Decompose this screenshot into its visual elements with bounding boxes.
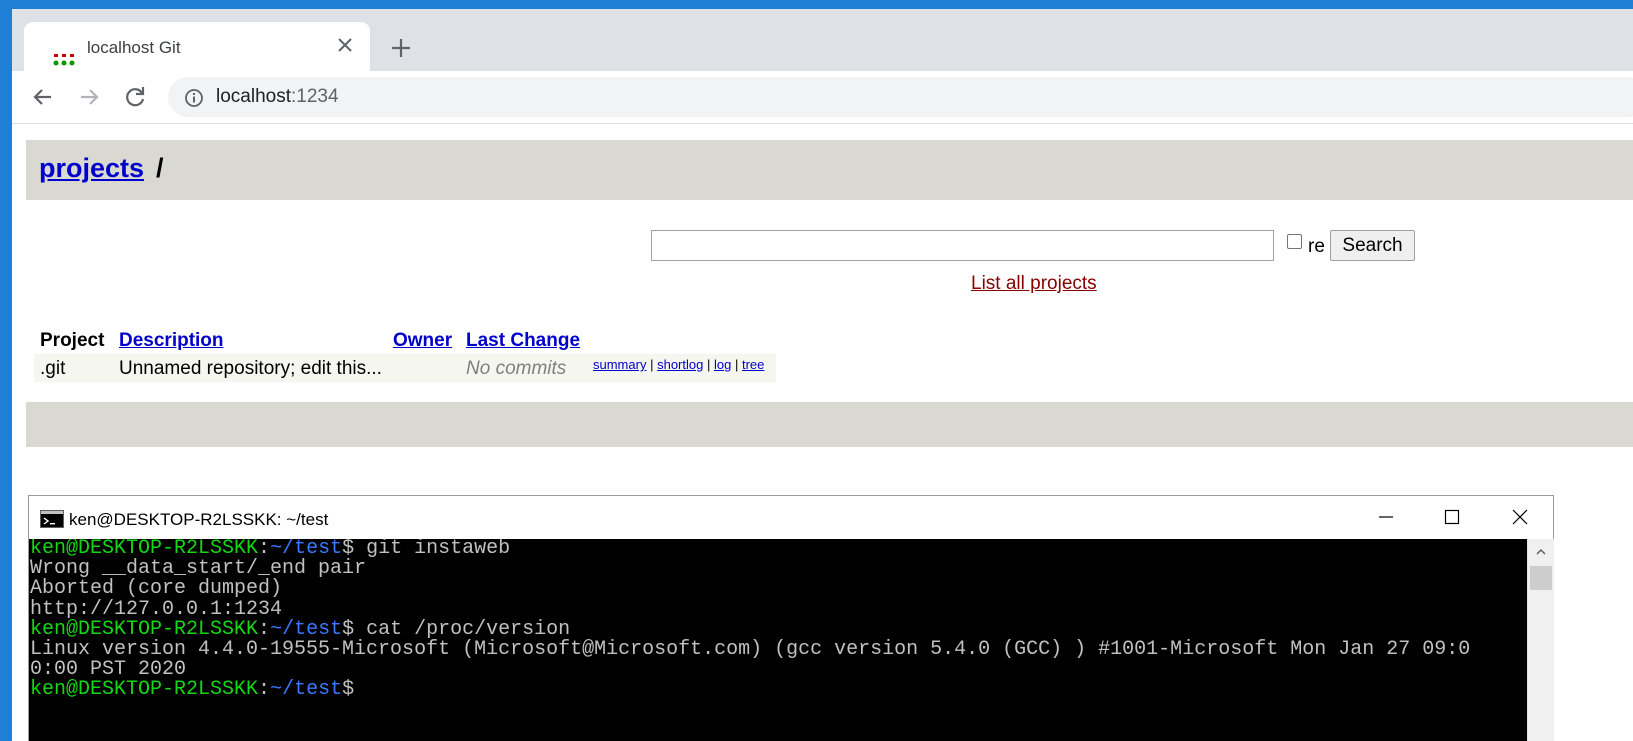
terminal-output-line: Linux version 4.4.0-19555-Microsoft (Mic… xyxy=(30,638,1471,662)
command-text: git instaweb xyxy=(354,539,511,560)
header-owner[interactable]: Owner xyxy=(393,330,452,352)
url-text: localhost:1234 xyxy=(216,86,339,108)
project-links: summary | shortlog | log | tree xyxy=(593,357,764,372)
terminal-output[interactable]: ken@DESKTOP-R2LSSKK:~/test$ git instaweb… xyxy=(29,539,1527,741)
terminal-command-line: ken@DESKTOP-R2LSSKK:~/test$ cat /proc/ve… xyxy=(29,619,1527,640)
prompt-user: ken@DESKTOP-R2LSSKK xyxy=(30,678,259,702)
tab-title: localhost Git xyxy=(87,38,181,57)
page-header: projects / xyxy=(26,140,1633,200)
new-tab-icon[interactable] xyxy=(388,35,414,61)
terminal-scrollbar[interactable] xyxy=(1527,539,1554,741)
link-separator: | xyxy=(734,357,739,372)
regex-label: re xyxy=(1308,236,1325,257)
terminal-output-line: http://127.0.0.1:1234 xyxy=(30,597,283,621)
terminal-titlebar[interactable]: ken@DESKTOP-R2LSSKK: ~/test xyxy=(29,496,1553,539)
scroll-thumb[interactable] xyxy=(1530,566,1552,590)
header-last-change[interactable]: Last Change xyxy=(466,330,580,352)
header-description[interactable]: Description xyxy=(119,330,224,352)
regex-checkbox[interactable] xyxy=(1287,234,1302,249)
table-row: .git Unnamed repository; edit this... No… xyxy=(34,354,776,382)
console-icon xyxy=(40,510,64,528)
terminal-command-line: ken@DESKTOP-R2LSSKK:~/test$ xyxy=(29,680,1527,700)
close-window-icon[interactable] xyxy=(1506,504,1534,530)
site-info-icon[interactable] xyxy=(184,88,204,108)
search-button[interactable]: Search xyxy=(1330,230,1415,261)
terminal-output-line: Aborted (core dumped) xyxy=(30,577,283,601)
log-link[interactable]: log xyxy=(714,357,731,372)
project-name[interactable]: .git xyxy=(40,358,65,380)
terminal-output-line: 0:00 PST 2020 xyxy=(30,658,187,682)
back-arrow-icon[interactable] xyxy=(30,84,56,110)
url-host: localhost xyxy=(216,86,291,107)
browser-toolbar: localhost:1234 xyxy=(12,71,1633,124)
projects-table: Project Description Owner Last Change .g… xyxy=(34,325,776,382)
tab-strip: localhost Git xyxy=(12,9,1633,71)
terminal-title: ken@DESKTOP-R2LSSKK: ~/test xyxy=(69,510,329,529)
prompt-path: ~/test xyxy=(270,678,343,702)
tree-link[interactable]: tree xyxy=(742,357,764,372)
link-separator: | xyxy=(650,357,654,372)
url-port: :1234 xyxy=(291,86,339,107)
projects-link[interactable]: projects xyxy=(39,153,144,184)
shortlog-link[interactable]: shortlog xyxy=(657,357,703,372)
terminal-command-line: ken@DESKTOP-R2LSSKK:~/test$ git instaweb xyxy=(29,539,1527,559)
terminal-window: ken@DESKTOP-R2LSSKK: ~/test ken@DESKTOP-… xyxy=(28,495,1554,741)
summary-link[interactable]: summary xyxy=(593,357,646,372)
scroll-up-icon[interactable] xyxy=(1534,545,1548,559)
reload-icon[interactable] xyxy=(122,84,148,110)
list-all-projects-link[interactable]: List all projects xyxy=(971,273,1097,295)
maximize-icon[interactable] xyxy=(1438,504,1466,530)
prompt-colon: : xyxy=(258,678,271,702)
project-last-change: No commits xyxy=(466,358,567,379)
terminal-output-line: Wrong __data_start/_end pair xyxy=(30,557,367,581)
close-tab-icon[interactable] xyxy=(334,34,356,56)
page-footer xyxy=(26,402,1633,447)
git-favicon-icon xyxy=(53,54,75,66)
header-project: Project xyxy=(40,330,105,351)
project-description: Unnamed repository; edit this... xyxy=(119,358,382,379)
project-search-input[interactable] xyxy=(651,230,1274,261)
prompt-dollar: $ xyxy=(342,678,355,702)
link-separator: | xyxy=(706,357,711,372)
minimize-icon[interactable] xyxy=(1372,504,1400,530)
header-separator: / xyxy=(156,153,164,183)
forward-arrow-icon[interactable] xyxy=(76,84,102,110)
address-bar[interactable]: localhost:1234 xyxy=(168,77,1633,117)
tab-localhost-git[interactable]: localhost Git xyxy=(24,22,370,71)
